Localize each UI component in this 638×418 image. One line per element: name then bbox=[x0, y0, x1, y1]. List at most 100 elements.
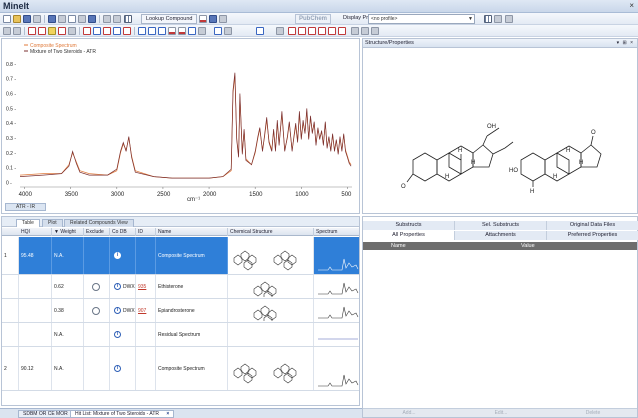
table-row[interactable]: 0.62 i DWX 935 Ethisterone bbox=[2, 275, 359, 299]
copy-spectrum-icon[interactable] bbox=[361, 27, 369, 35]
panel-controls-icon[interactable]: ▾ ⊞ × bbox=[617, 39, 634, 47]
spectrum-panel[interactable]: Composite Spectrum Mixture of Two Steroi… bbox=[1, 38, 360, 214]
col-prop-name[interactable]: Name bbox=[391, 242, 406, 250]
remove-profile-icon[interactable] bbox=[505, 15, 513, 23]
zoom-y-icon[interactable] bbox=[38, 27, 46, 35]
info-icon[interactable]: i bbox=[114, 252, 121, 259]
tab-plot[interactable]: Plot bbox=[42, 219, 63, 227]
info-icon[interactable]: i bbox=[114, 365, 121, 372]
multi-chart-icon[interactable] bbox=[178, 27, 186, 35]
overlay-icon[interactable] bbox=[83, 27, 91, 35]
tab-attachments[interactable]: Attachments bbox=[455, 231, 547, 240]
close-tab-icon[interactable]: × bbox=[166, 411, 169, 417]
col-weight[interactable]: ▼ Weight bbox=[52, 228, 84, 236]
record-id-link[interactable]: 907 bbox=[138, 308, 146, 314]
offset-icon[interactable] bbox=[103, 27, 111, 35]
info-icon[interactable]: i bbox=[114, 283, 121, 290]
palette-icon[interactable] bbox=[188, 27, 196, 35]
plot-3-icon[interactable] bbox=[308, 27, 316, 35]
bar-chart-icon[interactable] bbox=[168, 27, 176, 35]
profile-dropdown[interactable]: <no profile> ▼ bbox=[368, 14, 475, 24]
table-view-icon[interactable] bbox=[484, 15, 492, 23]
col-chemical-structure[interactable]: Chemical Structure bbox=[228, 228, 314, 236]
zoom-x-icon[interactable] bbox=[28, 27, 36, 35]
chart-icon[interactable] bbox=[199, 15, 207, 23]
spectrum-chart[interactable]: Composite Spectrum Mixture of Two Steroi… bbox=[2, 39, 359, 213]
record-id-link[interactable]: 935 bbox=[138, 284, 146, 290]
plot-4-icon[interactable] bbox=[318, 27, 326, 35]
single-plot-icon[interactable] bbox=[256, 27, 264, 35]
copy-icon[interactable] bbox=[68, 15, 76, 23]
crosshair-icon[interactable] bbox=[13, 27, 21, 35]
col-hqi[interactable]: HQI bbox=[19, 228, 52, 236]
tab-substructs[interactable]: Substructs bbox=[363, 221, 455, 230]
plot-5-icon[interactable] bbox=[328, 27, 336, 35]
exclude-radio[interactable] bbox=[92, 306, 100, 315]
table-row[interactable]: N.A. i Residual Spectrum bbox=[2, 323, 359, 347]
binoculars-icon[interactable] bbox=[113, 15, 121, 23]
tab-atr-ir[interactable]: ATR - IR bbox=[5, 203, 47, 211]
close-icon[interactable]: × bbox=[629, 1, 634, 10]
col-exclude[interactable]: Exclude bbox=[84, 228, 110, 236]
columns-icon[interactable] bbox=[494, 15, 502, 23]
tab-hit-list[interactable]: Hit List: Mixture of Two Steroids - ATR … bbox=[70, 410, 175, 418]
col-prop-value[interactable]: Value bbox=[521, 242, 535, 250]
delete-icon[interactable] bbox=[88, 15, 96, 23]
info-icon[interactable]: i bbox=[114, 331, 121, 338]
plot-2-icon[interactable] bbox=[298, 27, 306, 35]
tab-table[interactable]: Table bbox=[16, 219, 40, 227]
table-row[interactable]: 0.38 i DWX 907 Epiandrosterone bbox=[2, 299, 359, 323]
col-spectrum[interactable]: Spectrum bbox=[314, 228, 359, 236]
tab-sel-substructs[interactable]: Sel. Substructs bbox=[455, 221, 547, 230]
cut-icon[interactable] bbox=[58, 15, 66, 23]
tab-preferred-properties[interactable]: Preferred Properties bbox=[547, 231, 638, 240]
settings-icon[interactable] bbox=[219, 15, 227, 23]
hand-icon[interactable] bbox=[58, 27, 66, 35]
col-id[interactable]: ID bbox=[136, 228, 156, 236]
pointer-icon[interactable] bbox=[3, 27, 11, 35]
paste-icon[interactable] bbox=[78, 15, 86, 23]
info-icon[interactable]: i bbox=[114, 307, 121, 314]
h-label: H bbox=[566, 148, 570, 154]
tab-sdbm[interactable]: SDBM OR CE MOR bbox=[18, 410, 73, 418]
edit-button[interactable]: Edit... bbox=[455, 409, 547, 418]
grid-toggle-icon[interactable] bbox=[371, 27, 379, 35]
exclude-radio[interactable] bbox=[92, 282, 100, 291]
spectrum-view-icon[interactable] bbox=[214, 27, 222, 35]
tab-all-properties[interactable]: All Properties bbox=[363, 231, 455, 240]
plot-6-icon[interactable] bbox=[338, 27, 346, 35]
grid-icon[interactable] bbox=[124, 15, 132, 23]
disabled-tool-icon[interactable] bbox=[224, 27, 232, 35]
table-row[interactable]: 1 95.48 N.A. i Composite Spectrum bbox=[2, 237, 359, 275]
spectrum-thumbnail bbox=[314, 347, 359, 390]
y-tick-label: 0.1 - bbox=[6, 166, 16, 172]
new-file-icon[interactable] bbox=[3, 15, 11, 23]
normalize-icon[interactable] bbox=[113, 27, 121, 35]
database-icon[interactable] bbox=[48, 15, 56, 23]
print-icon[interactable] bbox=[33, 15, 41, 23]
open-folder-icon[interactable] bbox=[13, 15, 21, 23]
col-name[interactable]: Name bbox=[156, 228, 228, 236]
plot-1-icon[interactable] bbox=[288, 27, 296, 35]
pubchem-button[interactable]: PubChem bbox=[295, 14, 332, 24]
delete-button[interactable]: Delete bbox=[547, 409, 638, 418]
table-row[interactable]: 2 90.12 N.A. i Composite Spectrum bbox=[2, 347, 359, 391]
tab-related-compounds[interactable]: Related Compounds View bbox=[64, 219, 134, 227]
add-button[interactable]: Add... bbox=[363, 409, 455, 418]
lookup-compound-button[interactable]: Lookup Compound bbox=[141, 14, 198, 24]
axis-icon[interactable] bbox=[138, 27, 146, 35]
save-icon[interactable] bbox=[23, 15, 31, 23]
grid-lines-icon[interactable] bbox=[148, 27, 156, 35]
stack-icon[interactable] bbox=[93, 27, 101, 35]
layer-icon[interactable] bbox=[209, 15, 217, 23]
baseline-icon[interactable] bbox=[123, 27, 131, 35]
legend-icon[interactable] bbox=[158, 27, 166, 35]
col-db[interactable]: Co DB bbox=[110, 228, 136, 236]
search-icon[interactable] bbox=[103, 15, 111, 23]
refresh-icon[interactable] bbox=[276, 27, 284, 35]
export-icon[interactable] bbox=[198, 27, 206, 35]
peak-label-icon[interactable] bbox=[48, 27, 56, 35]
fit-icon[interactable] bbox=[68, 27, 76, 35]
print-spectrum-icon[interactable] bbox=[351, 27, 359, 35]
tab-original-data-files[interactable]: Original Data Files bbox=[547, 221, 638, 230]
